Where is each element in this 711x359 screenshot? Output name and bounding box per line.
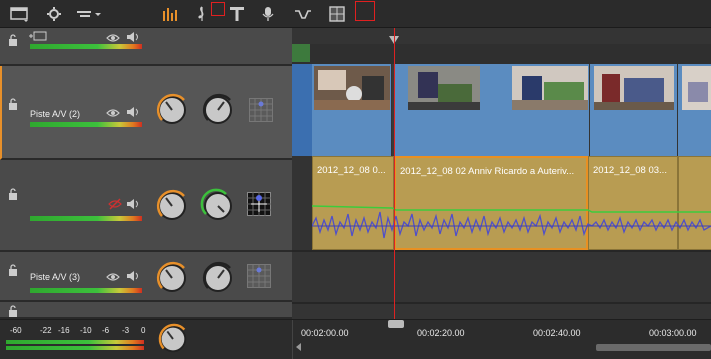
settings-button[interactable] (44, 4, 64, 24)
playhead-line[interactable] (394, 28, 395, 319)
voice-over-button[interactable] (258, 4, 278, 24)
audio-level-meter (30, 122, 142, 127)
title-button[interactable] (227, 4, 247, 24)
voice-microphone-icon (262, 7, 274, 21)
eye-icon[interactable] (106, 271, 120, 283)
lock-icon[interactable] (8, 188, 18, 200)
video-clip[interactable] (394, 64, 590, 156)
track-header-1[interactable] (0, 28, 292, 66)
master-meter-left (6, 340, 144, 344)
volume-knob[interactable] (154, 260, 190, 296)
video-lane[interactable] (292, 64, 711, 156)
speaker-icon[interactable] (126, 31, 140, 43)
speaker-icon[interactable] (126, 198, 140, 210)
lock-icon[interactable] (8, 305, 18, 317)
timeline-toolbar (0, 0, 711, 28)
audio-level-meter (30, 44, 142, 49)
pan-knob[interactable] (200, 188, 236, 224)
speaker-icon[interactable] (126, 270, 140, 282)
audio-mixer-button[interactable] (160, 4, 180, 24)
video-clip[interactable] (678, 64, 711, 156)
panel-layout-icon (10, 7, 28, 22)
volume-knob[interactable] (154, 92, 190, 128)
track-headers: Piste A/V (2) Piste A/V (3) (0, 28, 292, 319)
lock-icon[interactable] (8, 98, 18, 110)
video-thumbnail (682, 66, 711, 110)
transition-icon (295, 10, 311, 19)
settings-gear-icon (47, 7, 61, 21)
speaker-icon[interactable] (126, 106, 140, 118)
video-thumbnail (512, 66, 588, 110)
track-header-4[interactable]: Piste A/V (3) (0, 252, 292, 302)
start-marker (292, 44, 310, 62)
add-track-icon[interactable] (28, 30, 48, 42)
split-screen-icon (329, 6, 345, 22)
video-clip[interactable] (312, 64, 392, 156)
view-menu-button[interactable] (76, 4, 102, 24)
timeline-ruler-bottom[interactable]: 00:02:00.00 00:02:20.00 00:02:40.00 00:0… (292, 320, 711, 359)
bottom-bar: -60 -22 -16 -10 -6 -3 0 00:02:00.00 00:0… (0, 319, 711, 359)
pan-knob[interactable] (200, 260, 236, 296)
eye-icon[interactable] (106, 107, 120, 119)
track-name[interactable]: Piste A/V (2) (30, 109, 80, 119)
eye-icon[interactable] (106, 32, 120, 44)
empty-lane[interactable] (292, 302, 711, 319)
split-screen-button[interactable] (327, 4, 347, 24)
audio-level-meter (30, 288, 142, 293)
panel-layout-button[interactable] (10, 4, 30, 24)
transition-button[interactable] (293, 4, 313, 24)
audio-level-meter (30, 216, 142, 221)
track-header-5[interactable] (0, 302, 292, 319)
timecode: 00:02:20.00 (417, 328, 465, 338)
lock-icon[interactable] (8, 34, 18, 46)
surround-panner-icon[interactable] (247, 192, 271, 216)
music-note-icon (198, 6, 204, 21)
pan-knob[interactable] (200, 92, 236, 128)
timecode: 00:02:40.00 (533, 328, 581, 338)
title-icon (230, 7, 244, 21)
dropdown-menu-icon (77, 11, 101, 17)
scroll-left-icon[interactable] (295, 342, 303, 352)
track-header-2[interactable]: Piste A/V (2) (0, 66, 292, 160)
master-meter-right (6, 346, 144, 350)
track-name[interactable]: Piste A/V (3) (30, 272, 80, 282)
audio-waveform (312, 205, 711, 239)
stop-marker-button[interactable] (355, 1, 375, 21)
video-clip[interactable] (590, 64, 678, 156)
music-button[interactable] (192, 4, 212, 24)
volume-knob[interactable] (154, 188, 190, 224)
eye-hidden-icon[interactable] (108, 198, 122, 210)
timecode: 00:03:00.00 (649, 328, 697, 338)
time-ruler[interactable] (292, 28, 711, 44)
master-volume-knob[interactable] (156, 322, 190, 356)
video-thumbnail (594, 66, 674, 110)
timeline-area[interactable]: 2012_12_08 0... 2012_12_08 02 Anniv Rica… (292, 28, 711, 319)
marker-button[interactable] (211, 2, 225, 16)
video-thumbnail (408, 66, 480, 110)
audio-mixer-icon (163, 8, 177, 21)
horizontal-scrollbar[interactable] (596, 344, 711, 351)
timecode: 00:02:00.00 (301, 328, 349, 338)
track-header-3[interactable] (0, 160, 292, 252)
video-editor-timeline: Piste A/V (2) Piste A/V (3) 2012_12_08 0… (0, 0, 711, 359)
empty-lane[interactable] (292, 250, 711, 302)
lock-icon[interactable] (8, 264, 18, 276)
audio-lane[interactable]: 2012_12_08 0... 2012_12_08 02 Anniv Rica… (292, 156, 711, 250)
surround-panner-icon[interactable] (249, 98, 273, 122)
surround-panner-icon[interactable] (247, 264, 271, 288)
video-thumbnail (314, 66, 390, 110)
playhead-bottom-handle[interactable] (388, 320, 404, 328)
